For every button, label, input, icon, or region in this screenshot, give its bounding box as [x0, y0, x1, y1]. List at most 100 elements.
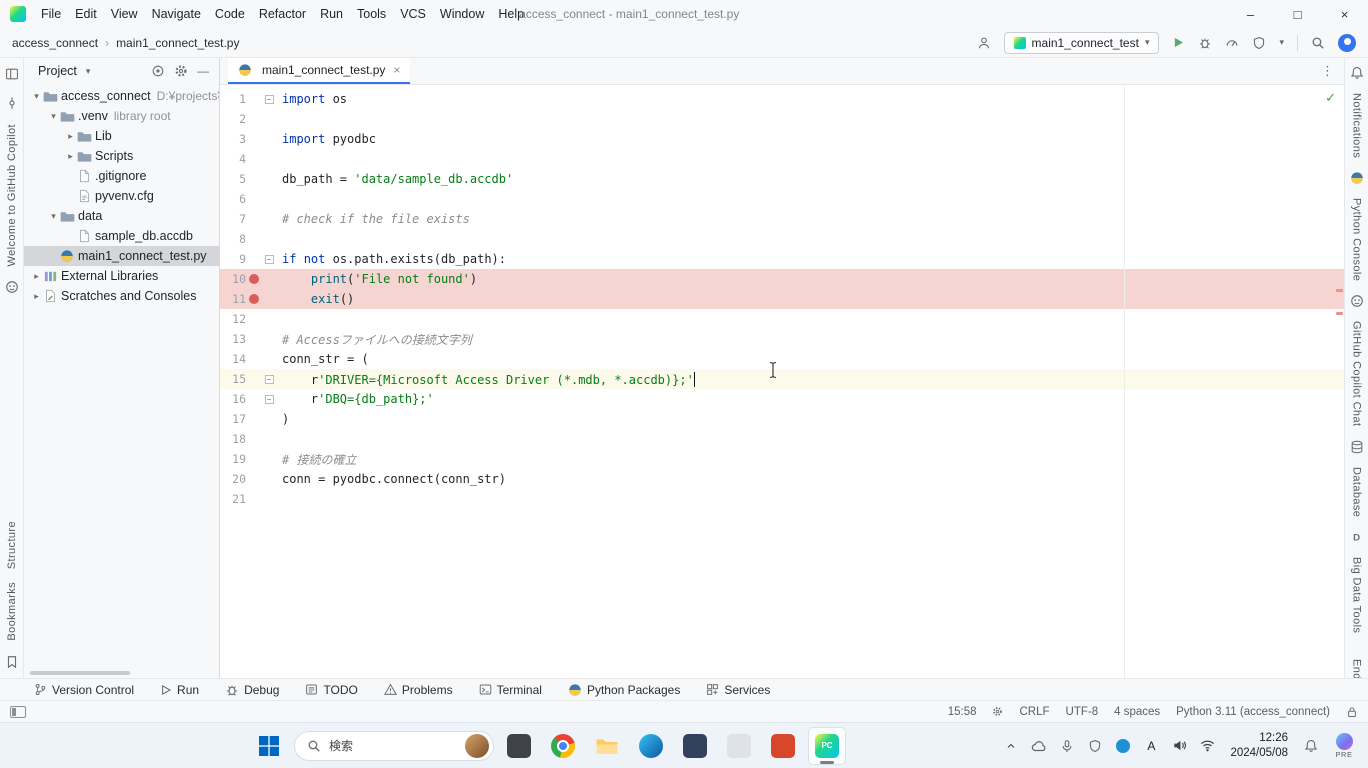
tree-item-scripts[interactable]: ▸Scripts: [24, 146, 219, 166]
line-number[interactable]: 7: [220, 212, 246, 226]
line-number[interactable]: 19: [220, 452, 246, 466]
menu-navigate[interactable]: Navigate: [145, 0, 208, 28]
line-number[interactable]: 18: [220, 432, 246, 446]
tab-close-icon[interactable]: ×: [393, 63, 400, 77]
menu-edit[interactable]: Edit: [68, 0, 104, 28]
code-line-18[interactable]: 18: [220, 429, 1344, 449]
database-icon[interactable]: [1349, 440, 1365, 454]
bigdata-icon[interactable]: D: [1349, 530, 1365, 544]
code-line-4[interactable]: 4: [220, 149, 1344, 169]
tool-button-todo[interactable]: TODO: [305, 683, 357, 697]
debug-button[interactable]: [1198, 36, 1212, 50]
line-number[interactable]: 14: [220, 352, 246, 366]
fold-icon[interactable]: −: [265, 255, 274, 264]
line-number[interactable]: 21: [220, 492, 246, 506]
hidden-icons-chevron[interactable]: [998, 723, 1024, 768]
tree-item-data[interactable]: ▾data: [24, 206, 219, 226]
notifications-bell-icon[interactable]: [1298, 723, 1324, 768]
tool-button-terminal[interactable]: Terminal: [479, 683, 542, 697]
run-configuration-select[interactable]: main1_connect_test ▾: [1004, 32, 1160, 54]
line-number[interactable]: 16: [220, 392, 246, 406]
chevron-closed-icon[interactable]: ▸: [64, 131, 77, 142]
code-line-6[interactable]: 6: [220, 189, 1344, 209]
tree-item-main1-connect-test-py[interactable]: main1_connect_test.py: [24, 246, 219, 266]
line-number[interactable]: 20: [220, 472, 246, 486]
breakpoint-icon[interactable]: [249, 294, 259, 304]
code-line-20[interactable]: 20conn = pyodbc.connect(conn_str): [220, 469, 1344, 489]
python-interpreter[interactable]: Python 3.11 (access_connect): [1176, 706, 1330, 718]
tool-button-welcome-to-github-copilot[interactable]: Welcome to GitHub Copilot: [6, 124, 18, 266]
tree-item-access-connect[interactable]: ▾access_connectD:¥projects¥a: [24, 86, 219, 106]
taskbar-app-3[interactable]: [720, 727, 758, 765]
breakpoint-icon[interactable]: [249, 274, 259, 284]
chevron-closed-icon[interactable]: ▸: [30, 271, 43, 282]
copilot-button[interactable]: PRE: [1326, 723, 1362, 768]
maximize-button[interactable]: □: [1274, 0, 1321, 28]
taskbar-file-explorer[interactable]: [588, 727, 626, 765]
code-line-17[interactable]: 17): [220, 409, 1344, 429]
project-icon[interactable]: [4, 66, 20, 82]
network-icon[interactable]: [1194, 723, 1220, 768]
tray-status-icon[interactable]: [1110, 723, 1136, 768]
tree-item-sample-db-accdb[interactable]: sample_db.accdb: [24, 226, 219, 246]
line-separator[interactable]: CRLF: [1019, 706, 1049, 718]
profiler-button[interactable]: [1225, 36, 1239, 50]
code-line-5[interactable]: 5db_path = 'data/sample_db.accdb': [220, 169, 1344, 189]
code-line-16[interactable]: 16− r'DBQ={db_path};': [220, 389, 1344, 409]
chevron-closed-icon[interactable]: ▸: [64, 151, 77, 162]
code-line-15[interactable]: 15− r'DRIVER={Microsoft Access Driver (*…: [220, 369, 1344, 389]
line-number[interactable]: 11: [220, 292, 246, 306]
menu-vcs[interactable]: VCS: [393, 0, 433, 28]
indent-style[interactable]: 4 spaces: [1114, 706, 1160, 718]
copilot-icon[interactable]: [1349, 294, 1365, 308]
search-everywhere-button[interactable]: [1311, 36, 1325, 50]
commit-icon[interactable]: [4, 95, 20, 111]
start-button[interactable]: [250, 727, 288, 765]
tool-button-structure[interactable]: Structure: [6, 521, 18, 569]
tool-button-python-console[interactable]: Python Console: [1351, 198, 1363, 281]
hide-panel-icon[interactable]: —: [197, 64, 209, 78]
chevron-closed-icon[interactable]: ▸: [30, 291, 43, 302]
microphone-icon[interactable]: [1054, 723, 1080, 768]
tool-button-notifications[interactable]: Notifications: [1351, 93, 1363, 158]
cursor-position[interactable]: 15:58: [948, 706, 977, 718]
taskbar-app-1[interactable]: [500, 727, 538, 765]
minimize-button[interactable]: –: [1227, 0, 1274, 28]
line-number[interactable]: 10: [220, 272, 246, 286]
locate-file-icon[interactable]: [151, 64, 165, 78]
code-line-1[interactable]: 1−import os: [220, 89, 1344, 109]
menu-run[interactable]: Run: [313, 0, 350, 28]
line-number[interactable]: 8: [220, 232, 246, 246]
taskbar-pycharm[interactable]: PC: [808, 727, 846, 765]
code-line-2[interactable]: 2: [220, 109, 1344, 129]
tree-item-scratches-and-consoles[interactable]: ▸Scratches and Consoles: [24, 286, 219, 306]
fold-icon[interactable]: −: [265, 95, 274, 104]
status-widget-icon[interactable]: [992, 706, 1003, 717]
fold-icon[interactable]: −: [265, 395, 274, 404]
chevron-open-icon[interactable]: ▾: [47, 111, 60, 122]
menu-refactor[interactable]: Refactor: [252, 0, 313, 28]
line-number[interactable]: 1: [220, 92, 246, 106]
code-line-10[interactable]: 10 print('File not found'): [220, 269, 1344, 289]
pycharm-logo-icon[interactable]: [10, 6, 26, 22]
tool-button-bookmarks[interactable]: Bookmarks: [6, 582, 18, 641]
menu-window[interactable]: Window: [433, 0, 491, 28]
error-stripe-mark[interactable]: [1336, 312, 1343, 315]
tool-button-database[interactable]: Database: [1351, 467, 1363, 517]
taskbar-search[interactable]: 検索: [294, 731, 494, 761]
menu-file[interactable]: File: [34, 0, 68, 28]
code-line-19[interactable]: 19# 接続の確立: [220, 449, 1344, 469]
taskbar-clock[interactable]: 12:26 2024/05/08: [1230, 731, 1288, 761]
code-line-12[interactable]: 12: [220, 309, 1344, 329]
tree-item-external-libraries[interactable]: ▸External Libraries: [24, 266, 219, 286]
code-line-14[interactable]: 14conn_str = (: [220, 349, 1344, 369]
tool-button-run[interactable]: Run: [160, 683, 199, 697]
lock-icon[interactable]: [1346, 706, 1358, 718]
line-number[interactable]: 17: [220, 412, 246, 426]
close-button[interactable]: ×: [1321, 0, 1368, 28]
code-line-7[interactable]: 7# check if the file exists: [220, 209, 1344, 229]
line-number[interactable]: 6: [220, 192, 246, 206]
onedrive-icon[interactable]: [1026, 723, 1052, 768]
coverage-button[interactable]: [1252, 36, 1266, 50]
menu-code[interactable]: Code: [208, 0, 252, 28]
